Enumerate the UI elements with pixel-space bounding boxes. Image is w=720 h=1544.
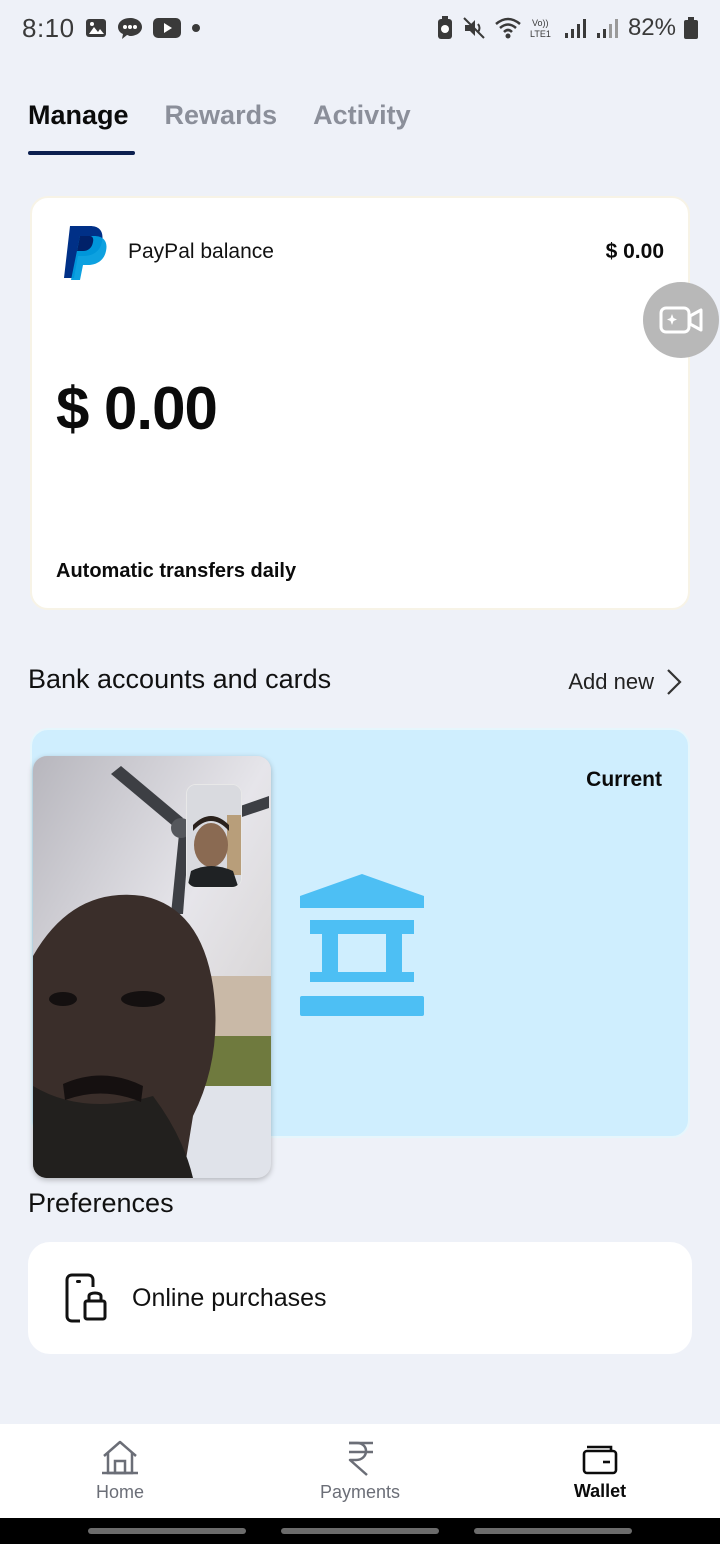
bank-icon [298, 874, 426, 1023]
dot-icon [191, 23, 201, 33]
nav-payments-label: Payments [319, 1481, 401, 1502]
battery-percent: 82% [627, 14, 676, 41]
tab-rewards[interactable]: Rewards [165, 100, 278, 155]
video-self-preview[interactable] [186, 784, 242, 888]
gesture-handle[interactable] [280, 1528, 439, 1534]
youtube-icon [152, 18, 181, 38]
online-purchases-label: Online purchases [132, 1283, 327, 1312]
battery-saver-icon [436, 16, 454, 40]
video-call-float-button[interactable] [643, 282, 719, 358]
paypal-balance-card[interactable]: PayPal balance $ 0.00 $ 0.00 Automatic t… [30, 196, 690, 610]
nav-wallet[interactable]: Wallet [520, 1441, 680, 1502]
home-icon [102, 1440, 138, 1474]
status-left: 8:10 [22, 13, 201, 44]
bank-section-title: Bank accounts and cards [28, 664, 332, 694]
transfers-text: Automatic transfers daily [56, 560, 297, 582]
self-preview-image [187, 785, 241, 887]
wallet-icon [582, 1445, 618, 1474]
gesture-handle[interactable] [87, 1528, 246, 1534]
bottom-nav: Home Payments Wallet [0, 1424, 720, 1518]
nav-wallet-label: Wallet [573, 1480, 627, 1501]
status-right: Vo)) LTE1 82% [436, 14, 698, 42]
battery-icon [684, 17, 698, 39]
nav-payments[interactable]: Payments [280, 1440, 440, 1503]
rupee-icon [348, 1441, 373, 1476]
online-purchases-row[interactable]: Online purchases [28, 1242, 692, 1354]
signal-icon-2 [596, 17, 620, 39]
status-bar: 8:10 Vo)) LTE1 82% [0, 0, 720, 56]
mute-icon [462, 16, 486, 40]
svg-text:LTE1: LTE1 [530, 29, 551, 39]
volte-icon: Vo)) LTE1 [530, 16, 556, 40]
message-icon [117, 16, 143, 40]
bank-account-type: Current [586, 768, 662, 791]
balance-amount: $ 0.00 [56, 375, 218, 442]
svg-text:Vo)): Vo)) [532, 18, 549, 28]
balance-label: PayPal balance [128, 240, 274, 263]
add-new-label: Add new [568, 669, 654, 694]
add-new-button[interactable]: Add new [568, 668, 682, 696]
nav-home[interactable]: Home [40, 1440, 200, 1503]
nav-home-label: Home [95, 1481, 144, 1502]
top-tabs: Manage Rewards Activity [28, 100, 411, 155]
signal-icon [564, 17, 588, 39]
video-camera-icon [659, 306, 703, 334]
tab-manage[interactable]: Manage [28, 100, 135, 155]
wallet-screen: 8:10 Vo)) LTE1 82% Manage Rewards Activi… [0, 0, 720, 1544]
wifi-icon [494, 16, 522, 40]
tab-activity[interactable]: Activity [313, 100, 411, 155]
phone-lock-icon [65, 1273, 107, 1323]
status-time: 8:10 [22, 12, 75, 43]
gesture-bar [0, 1518, 720, 1544]
gallery-icon [85, 17, 107, 39]
balance-small-amount: $ 0.00 [605, 240, 664, 263]
chevron-right-icon [667, 669, 682, 695]
preferences-title: Preferences [28, 1188, 174, 1218]
gesture-handle[interactable] [474, 1528, 633, 1534]
paypal-logo-icon [62, 224, 110, 280]
